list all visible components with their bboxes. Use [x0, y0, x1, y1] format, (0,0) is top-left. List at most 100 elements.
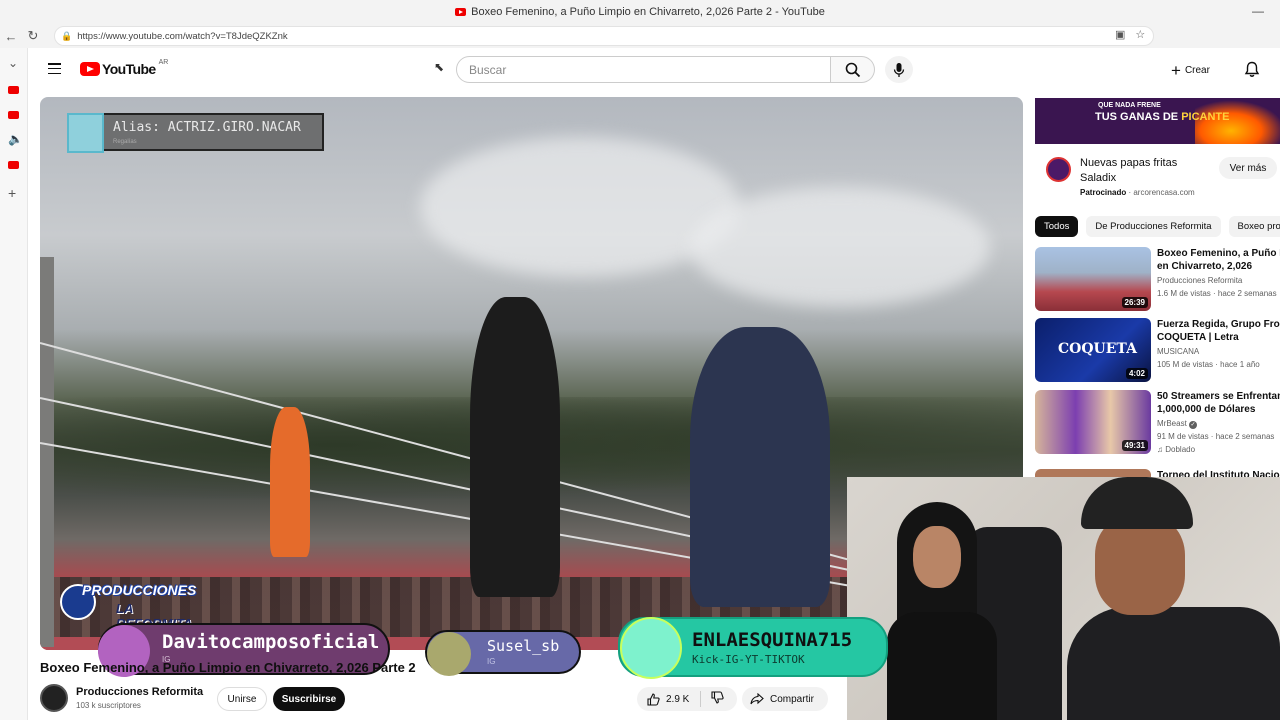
streamer-woman — [887, 502, 997, 720]
create-label: Crear — [1184, 64, 1210, 76]
recommendation-meta: 1.6 M de vistas · hace 2 semanas — [1157, 289, 1277, 298]
dislike-button[interactable] — [701, 691, 724, 707]
chip-channel[interactable]: De Producciones Reformita — [1086, 216, 1221, 237]
social-tag-3: ENLAESQUINA715 Kick-IG-YT-TIKTOK — [618, 617, 888, 679]
reload-icon[interactable]: ↻ — [22, 28, 44, 44]
recommendation-title-line2[interactable]: 1,000,000 de Dólares — [1157, 403, 1255, 416]
channel-name[interactable]: Producciones Reformita — [76, 686, 203, 698]
create-button[interactable]: + Crear — [1171, 59, 1210, 81]
speaker-icon[interactable]: 🔈 — [8, 132, 23, 146]
like-button[interactable]: 2.9 K — [637, 691, 701, 707]
recommendation-title-line2[interactable]: en Chivarreto, 2,026 — [1157, 260, 1252, 273]
url-text: https://www.youtube.com/watch?v=T8JdeQZK… — [77, 30, 288, 42]
share-button[interactable]: Compartir — [742, 687, 828, 711]
youtube-tab-icon[interactable] — [8, 111, 19, 119]
window-title-bar: Boxeo Femenino, a Puño Limpio en Chivarr… — [0, 0, 1280, 24]
video-thumbnail[interactable]: 26:39 — [1035, 247, 1151, 311]
streamer-body — [887, 612, 997, 720]
search-button[interactable] — [831, 56, 875, 83]
duration-badge: 49:31 — [1121, 440, 1148, 451]
verified-check-icon: ✓ — [1189, 421, 1198, 429]
join-button[interactable]: Unirse — [217, 687, 267, 711]
webcam-overlay — [847, 477, 1280, 720]
microphone-icon — [893, 62, 905, 77]
subscribe-button[interactable]: Suscribirse — [273, 687, 345, 711]
social-tag-avatar — [427, 632, 471, 676]
recommendation-item[interactable]: 49:31 50 Streamers se Enfrentan por 1,00… — [1035, 390, 1280, 456]
address-bar-row: ← ↻ 🔒 https://www.youtube.com/watch?v=T8… — [0, 24, 1280, 66]
voice-search-button[interactable] — [885, 56, 913, 83]
notifications-bell-icon[interactable] — [1244, 61, 1260, 78]
recommendation-title-line2[interactable]: COQUETA | Letra — [1157, 331, 1239, 344]
recommendation-channel[interactable]: Producciones Reformita — [1157, 276, 1242, 285]
dubbed-badge: ♫ Doblado — [1157, 445, 1195, 454]
search-input[interactable]: Buscar — [456, 56, 831, 83]
channel-avatar[interactable] — [40, 684, 68, 712]
country-code: AR — [158, 58, 169, 66]
ad-banner-image[interactable]: QUE NADA FRENE TUS GANAS DE PICANTE — [1035, 98, 1280, 144]
social-tag-platform: IG — [487, 657, 496, 666]
recommendation-channel[interactable]: MUSICANA — [1157, 347, 1199, 356]
ad-banner-line2b: PICANTE — [1181, 111, 1230, 123]
recommendation-title[interactable]: Boxeo Femenino, a Puño Limpio — [1157, 247, 1280, 260]
ad-cta-button[interactable]: Ver más — [1219, 157, 1277, 179]
plus-icon: + — [1171, 60, 1181, 80]
like-count: 2.9 K — [666, 693, 690, 705]
like-dislike-group: 2.9 K — [637, 687, 737, 711]
producer-logo-line1: PRODUCCIONES — [82, 582, 197, 598]
youtube-header: YouTube AR ⬉ Buscar + Crear — [28, 48, 1280, 92]
recommendation-channel[interactable]: MrBeast ✓ — [1157, 419, 1198, 429]
logo-text: YouTube — [102, 61, 156, 77]
share-label: Compartir — [770, 693, 814, 705]
recommendation-meta: 105 M de vistas · hace 1 año — [1157, 360, 1260, 369]
thumbnail-text: COQUETA — [1058, 341, 1137, 357]
recommendation-title[interactable]: 50 Streamers se Enfrentan por — [1157, 390, 1280, 403]
duration-badge: 26:39 — [1121, 297, 1148, 308]
streamer-body — [1067, 607, 1280, 720]
share-arrow-icon — [750, 693, 764, 705]
channel-name-text: MrBeast — [1157, 419, 1187, 428]
social-tag-2: Susel_sb IG — [425, 630, 581, 676]
video-thumbnail[interactable]: COQUETA 4:02 — [1035, 318, 1151, 382]
minimize-icon[interactable]: — — [1252, 4, 1264, 18]
back-arrow-icon[interactable]: ← — [0, 29, 22, 44]
chip-boxeo[interactable]: Boxeo pro — [1228, 216, 1280, 237]
lock-icon: 🔒 — [61, 30, 73, 41]
alias-overlay: Alias: ACTRIZ.GIRO.NACAR Regalías — [67, 113, 324, 153]
referee-vest — [270, 407, 310, 557]
youtube-logo[interactable]: YouTube AR — [80, 58, 169, 77]
menu-icon[interactable] — [48, 63, 61, 75]
streamer-face — [1095, 515, 1185, 615]
thumbs-up-icon — [647, 692, 660, 706]
dubbed-label: Doblado — [1165, 445, 1196, 454]
chevron-down-icon[interactable]: ⌄ — [8, 56, 18, 70]
new-tab-plus-icon[interactable]: + — [8, 185, 16, 201]
video-cloud — [690, 187, 990, 307]
advertiser-logo[interactable] — [1046, 157, 1071, 182]
video-title: Boxeo Femenino, a Puño Limpio en Chivarr… — [40, 660, 416, 675]
ad-title[interactable]: Nuevas papas fritas Saladix — [1080, 156, 1190, 186]
favorite-star-icon[interactable]: ☆ — [1135, 28, 1145, 41]
browser-vertical-tabs: ⌄ 🔈 + — [0, 48, 28, 720]
youtube-favicon-icon — [455, 8, 467, 16]
app-icon[interactable]: ▣ — [1115, 28, 1125, 41]
streamer-man — [1067, 477, 1280, 720]
streamer-cap — [1081, 477, 1193, 529]
ring-post — [40, 257, 54, 647]
chip-all[interactable]: Todos — [1035, 216, 1079, 237]
youtube-tab-icon[interactable] — [8, 86, 19, 94]
sponsored-label: Patrocinado — [1080, 188, 1127, 197]
social-tag-name: Davitocamposoficial — [162, 631, 380, 653]
thumbs-down-icon — [711, 691, 724, 704]
alias-subtext: Regalías — [113, 139, 137, 145]
duration-badge: 4:02 — [1125, 368, 1148, 379]
url-field[interactable]: 🔒 https://www.youtube.com/watch?v=T8JdeQ… — [54, 26, 1154, 46]
fighter-right — [690, 327, 830, 607]
recommendation-item[interactable]: 26:39 Boxeo Femenino, a Puño Limpio en C… — [1035, 247, 1280, 313]
ad-banner-line1: QUE NADA FRENE — [1098, 102, 1161, 109]
youtube-tab-icon[interactable] — [8, 161, 19, 169]
video-thumbnail[interactable]: 49:31 — [1035, 390, 1151, 454]
recommendation-item[interactable]: COQUETA 4:02 Fuerza Regida, Grupo Fronte… — [1035, 318, 1280, 384]
recommendation-title[interactable]: Fuerza Regida, Grupo Frontera - — [1157, 318, 1280, 331]
producer-logo: PRODUCCIONES LA REFORMITA — [60, 582, 200, 631]
